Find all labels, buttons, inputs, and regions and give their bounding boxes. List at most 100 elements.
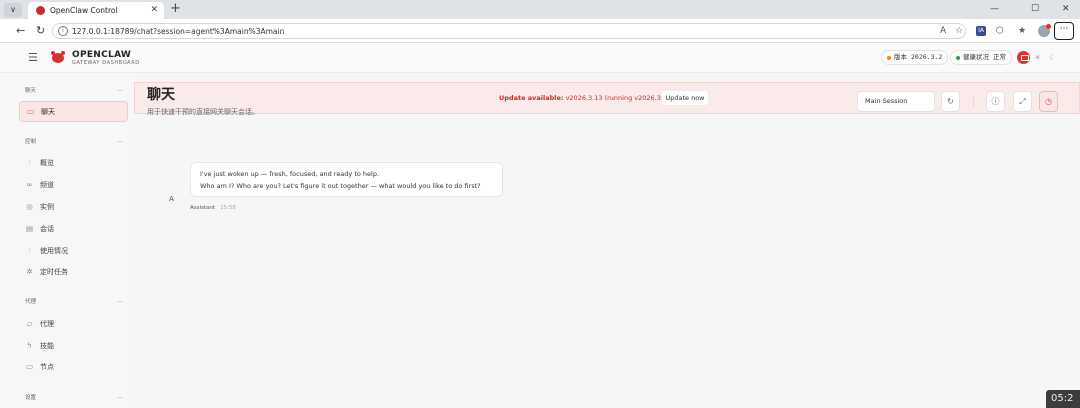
moon-icon[interactable]: ☾ [1049,52,1056,64]
browser-tab[interactable]: OpenClaw Control ✕ [28,2,164,19]
zap-icon: ϟ [27,341,32,350]
close-window-button[interactable]: ✕ [1062,2,1070,16]
fullscreen-icon: ⤢ [1019,97,1026,106]
sidebar-item-label: 节点 [40,363,54,371]
update-banner: Update available: v2026.3.13 (running v2… [134,82,1080,114]
version-value: 2026.3.2 [911,53,943,61]
brand-name: OPENCLAW [72,50,132,60]
app-header: ☰ OPENCLAW GATEWAY DASHBOARD 版本 2026.3.2 … [0,44,1080,73]
openclaw-logo-icon [51,51,65,63]
sidebar-item-chat[interactable]: ▭ 聊天 [19,101,128,122]
site-info-icon[interactable]: i [58,26,68,36]
new-tab-button[interactable]: + [170,1,181,17]
update-banner-version: v2026.3.13 (running v2026.3.2). [565,94,672,102]
extensions-icon[interactable]: ⬡ [996,24,1004,38]
version-pill: 版本 2026.3.2 [881,50,949,65]
chat-icon[interactable] [1017,51,1030,64]
translate-icon[interactable]: A [940,24,946,38]
favorite-star-icon[interactable]: ☆ [955,24,963,38]
info-icon: ⓘ [991,97,1000,106]
folder-icon: ▱ [26,319,33,328]
tab-list-button[interactable]: ∨ [4,3,22,17]
back-button[interactable]: ← [16,24,25,38]
message-meta: Assistant 15:58 [190,204,236,212]
sidebar-item-overview[interactable]: ⫶ 概览 [19,153,128,174]
update-banner-label: Update available: [499,94,564,102]
sidebar-section-title: 聊天 [25,88,37,94]
message-bubble: I've just woken up — fresh, focused, and… [190,162,503,197]
message-line: Who am I? Who are you? Let's figure it o… [200,182,481,190]
message-sender: Assistant [190,205,216,211]
message-time: 15:58 [220,205,236,211]
minimize-button[interactable]: — [990,2,999,16]
sidebar-section-title: 控制 [25,139,37,145]
sidebar-item-label: 技能 [40,342,54,350]
fullscreen-button[interactable]: ⤢ [1013,91,1032,112]
loader-icon: ✲ [26,267,33,276]
session-select[interactable]: Main Session [857,91,935,112]
version-label: 版本 [894,53,907,61]
sidebar-item-channels[interactable]: ∞ 频道 [19,175,128,196]
version-status-dot [887,56,891,60]
sidebar-item-label: 实例 [40,203,54,211]
sidebar-item-instances[interactable]: ◎ 实例 [19,197,128,218]
sidebar-item-nodes[interactable]: ▭ 节点 [19,357,128,378]
tab-close-icon[interactable]: ✕ [150,4,158,16]
refresh-icon: ↻ [947,97,954,106]
extension-badge-icon[interactable]: IA [976,26,986,36]
chat-icon: ▭ [26,107,35,116]
reload-button[interactable]: ↻ [36,24,45,38]
page-title: 聊天 [147,87,175,103]
info-button[interactable]: ⓘ [986,91,1005,112]
bar-chart-icon: ⫶ [28,246,31,255]
sidebar-item-sessions[interactable]: ▤ 会话 [19,219,128,240]
sidebar-item-agents[interactable]: ▱ 代理 [19,314,128,335]
sidebar-item-skills[interactable]: ϟ 技能 [19,336,128,357]
clock-icon: ◷ [1045,97,1052,106]
collapse-chevron-icon[interactable]: — [117,87,123,95]
health-pill: 健康状况 正常 [950,50,1012,65]
overlay-timestamp: 05:2 [1046,390,1080,408]
monitor-icon: ▭ [25,362,34,371]
url-field[interactable]: i 127.0.0.1:18789/chat?session=agent%3Am… [52,23,966,39]
sidebar: 聊天 — ▭ 聊天 控制 — ⫶ 概览 ∞ 频道 ◎ 实例 ▤ 会话 ⫶ 使用情… [0,74,134,408]
sidebar-section-title: 设置 [25,395,37,401]
maximize-button[interactable]: ☐ [1031,2,1039,16]
update-banner-text: Update available: v2026.3.13 (running v2… [499,93,672,103]
sidebar-item-label: 聊天 [41,108,55,116]
sun-icon[interactable]: ☀ [1034,52,1041,64]
tab-title: OpenClaw Control [50,6,118,15]
bar-chart-icon: ⫶ [28,158,31,167]
browser-tab-bar: ∨ OpenClaw Control ✕ + — ☐ ✕ [0,0,1080,19]
link-icon: ∞ [26,180,33,189]
refresh-button[interactable]: ↻ [941,91,960,112]
browser-menu-button[interactable]: ··· [1054,22,1074,40]
history-button[interactable]: ◷ [1039,91,1058,112]
assistant-avatar: A [169,195,174,203]
url-text[interactable]: 127.0.0.1:18789/chat?session=agent%3Amai… [72,26,284,37]
toolbar-divider [973,96,974,107]
health-label: 健康状况 [963,53,989,61]
menu-toggle-icon[interactable]: ☰ [28,51,38,65]
sidebar-section-title: 代理 [25,299,37,305]
sidebar-item-label: 使用情况 [40,247,68,255]
sidebar-item-usage[interactable]: ⫶ 使用情况 [19,241,128,262]
brand-subtitle: GATEWAY DASHBOARD [72,60,140,66]
collapse-chevron-icon[interactable]: — [117,138,123,146]
sidebar-item-label: 会话 [40,225,54,233]
health-value: 正常 [993,53,1006,61]
sidebar-item-label: 代理 [40,320,54,328]
radio-icon: ◎ [26,202,33,211]
sidebar-item-label: 频道 [40,181,54,189]
document-icon: ▤ [25,224,34,233]
sidebar-item-cron[interactable]: ✲ 定时任务 [19,262,128,283]
collapse-chevron-icon[interactable]: — [117,298,123,306]
favorites-icon[interactable]: ★ [1018,24,1026,38]
collapse-chevron-icon[interactable]: — [117,394,123,402]
health-status-dot [956,56,960,60]
browser-address-bar: ← ↻ i 127.0.0.1:18789/chat?session=agent… [0,19,1080,43]
sidebar-item-label: 定时任务 [40,268,68,276]
update-now-button[interactable]: Update now [661,90,709,106]
message-line: I've just woken up — fresh, focused, and… [200,170,380,178]
openclaw-favicon-icon [36,6,45,15]
